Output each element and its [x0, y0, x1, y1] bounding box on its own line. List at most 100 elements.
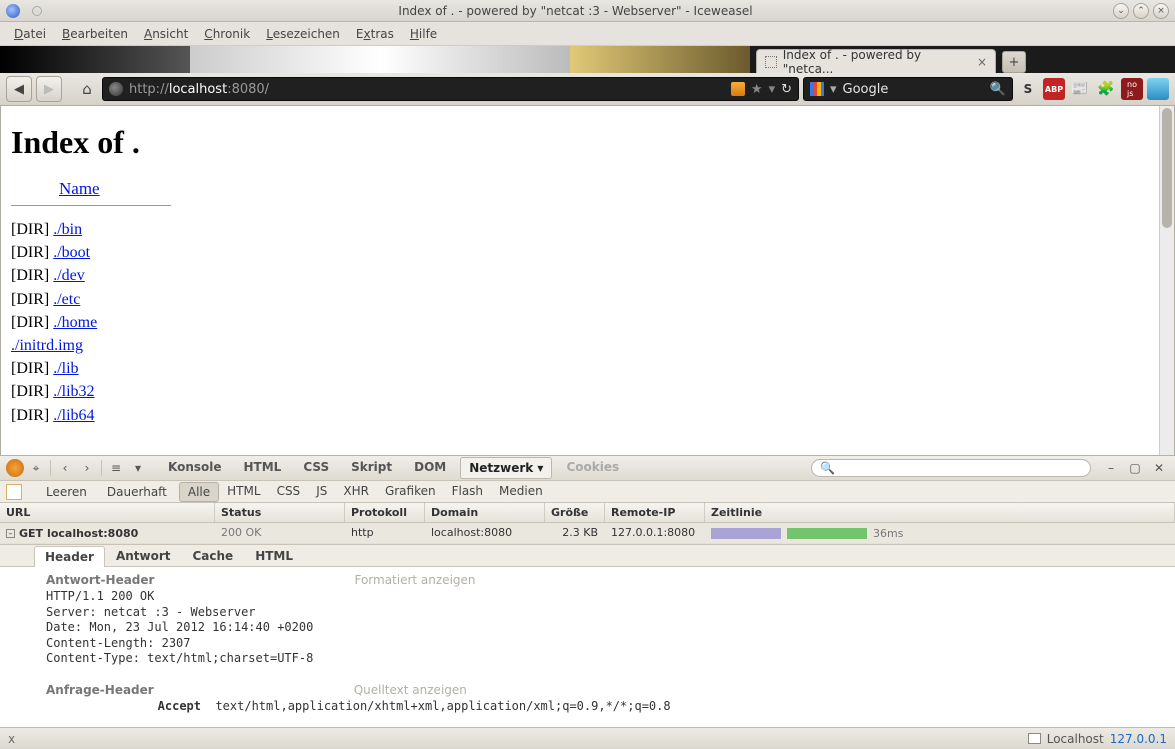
- detail-tab-html[interactable]: HTML: [244, 545, 304, 566]
- new-tab-button[interactable]: +: [1002, 51, 1026, 73]
- filter-css[interactable]: CSS: [269, 482, 309, 502]
- search-icon[interactable]: 🔍: [990, 82, 1006, 97]
- detail-tab-header[interactable]: Header: [34, 546, 105, 567]
- bookmark-star-icon[interactable]: ★: [751, 82, 763, 97]
- vertical-scrollbar[interactable]: [1159, 106, 1174, 455]
- panel-tab-konsole[interactable]: Konsole: [160, 457, 230, 479]
- clear-button[interactable]: Leeren: [38, 483, 95, 501]
- scrollbar-thumb[interactable]: [1162, 108, 1172, 228]
- col-url[interactable]: URL: [0, 503, 215, 522]
- back-button[interactable]: ◀: [6, 76, 32, 102]
- col-status[interactable]: Status: [215, 503, 345, 522]
- dir-link[interactable]: ./bin: [53, 221, 82, 238]
- dir-link[interactable]: ./initrd.img: [11, 337, 83, 354]
- site-identity-icon[interactable]: [109, 82, 123, 96]
- filter-alle[interactable]: Alle: [179, 482, 219, 502]
- netmon-icon[interactable]: [1028, 733, 1041, 744]
- app-icon: [6, 4, 20, 18]
- dropdown-icon[interactable]: ▾: [769, 82, 776, 97]
- filter-js[interactable]: JS: [308, 482, 335, 502]
- browser-tab-active[interactable]: Index of . - powered by "netca... ×: [756, 49, 996, 73]
- dropdown-icon[interactable]: ▾: [830, 82, 837, 97]
- col-remoteip[interactable]: Remote-IP: [605, 503, 705, 522]
- filter-grafiken[interactable]: Grafiken: [377, 482, 444, 502]
- xhr-toggle-icon[interactable]: [6, 484, 22, 500]
- decorative-circle-icon: [32, 6, 42, 16]
- panel-tab-cookies[interactable]: Cookies: [558, 457, 627, 479]
- home-button[interactable]: ⌂: [76, 78, 98, 100]
- options-button[interactable]: ≡: [106, 459, 126, 477]
- dir-type-label: [DIR]: [11, 267, 53, 284]
- inspect-button[interactable]: ⌖: [26, 459, 46, 477]
- menu-chronik[interactable]: Chronik: [198, 25, 256, 43]
- detail-tab-antwort[interactable]: Antwort: [105, 545, 182, 566]
- feed-icon[interactable]: [731, 82, 745, 96]
- search-engine-icon[interactable]: [810, 82, 824, 96]
- search-box[interactable]: ▾ Google 🔍: [803, 77, 1013, 101]
- devtools-search-input[interactable]: 🔍: [811, 459, 1091, 477]
- dir-link[interactable]: ./lib64: [53, 407, 94, 424]
- col-size[interactable]: Größe: [545, 503, 605, 522]
- timeline-cell: 36ms: [705, 523, 1175, 543]
- extension-icon-1[interactable]: 📰: [1069, 78, 1091, 100]
- page-viewport: Index of . Name [DIR] ./bin[DIR] ./boot[…: [0, 106, 1175, 455]
- panel-tab-dom[interactable]: DOM: [406, 457, 454, 479]
- dir-link[interactable]: ./etc: [53, 291, 80, 308]
- dir-link[interactable]: ./boot: [53, 244, 90, 261]
- request-header-hint[interactable]: Quelltext anzeigen: [354, 683, 467, 697]
- search-icon: 🔍: [820, 461, 835, 475]
- forward-button[interactable]: ▶: [36, 76, 62, 102]
- url-bar[interactable]: http://localhost:8080/ ★ ▾ ↻: [102, 77, 799, 101]
- menu-extras[interactable]: Extras: [350, 25, 400, 43]
- statusbar-close-button[interactable]: x: [8, 732, 15, 746]
- menu-hilfe[interactable]: Hilfe: [404, 25, 443, 43]
- reload-icon[interactable]: ↻: [781, 82, 792, 97]
- column-header-name[interactable]: Name: [59, 179, 1164, 199]
- dir-link[interactable]: ./lib: [53, 360, 78, 377]
- menu-bearbeiten[interactable]: Bearbeiten: [56, 25, 134, 43]
- window-title: Index of . - powered by "netcat :3 - Web…: [42, 4, 1109, 18]
- scriptish-icon[interactable]: S: [1017, 78, 1039, 100]
- panel-tab-css[interactable]: CSS: [295, 457, 337, 479]
- filter-xhr[interactable]: XHR: [335, 482, 377, 502]
- filter-medien[interactable]: Medien: [491, 482, 551, 502]
- dir-link[interactable]: ./home: [53, 314, 97, 331]
- filter-html[interactable]: HTML: [219, 482, 268, 502]
- menu-datei[interactable]: Datei: [8, 25, 52, 43]
- network-request-row[interactable]: – GET localhost:8080 200 OK http localho…: [0, 523, 1175, 544]
- noscript-icon[interactable]: nojs: [1121, 78, 1143, 100]
- devtools-close-button[interactable]: ✕: [1149, 459, 1169, 477]
- menu-ansicht[interactable]: Ansicht: [138, 25, 194, 43]
- request-header-accept: Accept text/html,application/xhtml+xml,a…: [34, 699, 1175, 713]
- panel-tab-netzwerk[interactable]: Netzwerk ▾: [460, 457, 552, 479]
- col-timeline[interactable]: Zeitlinie: [705, 503, 1175, 522]
- history-forward-button[interactable]: ›: [77, 459, 97, 477]
- extension-icon-3[interactable]: [1147, 78, 1169, 100]
- panel-tab-html[interactable]: HTML: [236, 457, 290, 479]
- panel-tab-skript[interactable]: Skript: [343, 457, 400, 479]
- history-back-button[interactable]: ‹: [55, 459, 75, 477]
- window-close-button[interactable]: ×: [1153, 3, 1169, 19]
- collapse-toggle[interactable]: –: [6, 529, 15, 538]
- col-protocol[interactable]: Protokoll: [345, 503, 425, 522]
- adblock-icon[interactable]: ABP: [1043, 78, 1065, 100]
- devtools-popout-button[interactable]: ▢: [1125, 459, 1145, 477]
- search-engine-label: Google: [843, 82, 889, 97]
- dir-link[interactable]: ./lib32: [53, 383, 94, 400]
- dir-link[interactable]: ./dev: [53, 267, 85, 284]
- remoteip-text: 127.0.0.1:8080: [605, 523, 705, 543]
- response-header-hint[interactable]: Formatiert anzeigen: [354, 573, 475, 587]
- window-maximize-button[interactable]: ⌃: [1133, 3, 1149, 19]
- detail-tab-cache[interactable]: Cache: [182, 545, 245, 566]
- col-domain[interactable]: Domain: [425, 503, 545, 522]
- persist-button[interactable]: Dauerhaft: [99, 483, 175, 501]
- statusbar-host: Localhost: [1047, 732, 1104, 746]
- window-minimize-button[interactable]: ⌄: [1113, 3, 1129, 19]
- devtools-minimize-button[interactable]: –: [1101, 459, 1121, 477]
- firebug-icon[interactable]: [6, 459, 24, 477]
- menu-lesezeichen[interactable]: Lesezeichen: [260, 25, 346, 43]
- options-dropdown[interactable]: ▾: [128, 459, 148, 477]
- extension-icon-2[interactable]: 🧩: [1095, 78, 1117, 100]
- tab-close-button[interactable]: ×: [977, 55, 987, 69]
- filter-flash[interactable]: Flash: [444, 482, 491, 502]
